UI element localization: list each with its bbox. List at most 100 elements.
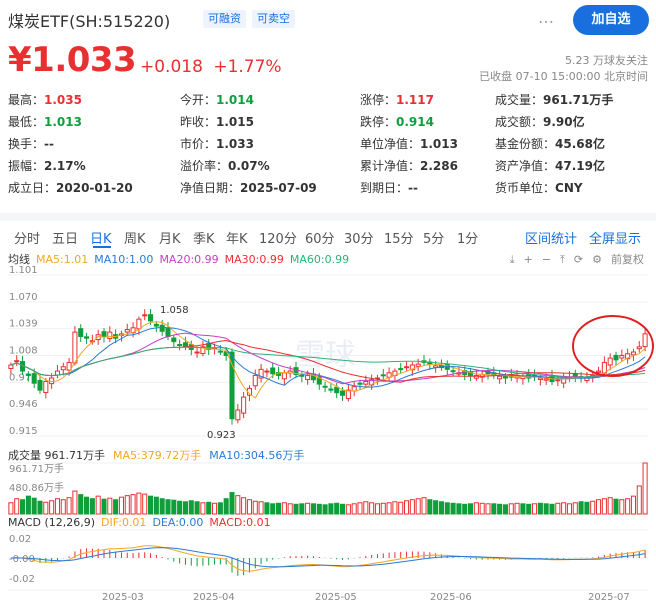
volume-bar (607, 497, 613, 515)
volume-bar (526, 503, 532, 515)
candle (613, 354, 619, 361)
candle (37, 379, 43, 391)
volume-bar (555, 502, 561, 515)
volume-bar (438, 501, 444, 515)
volume-bar (380, 502, 386, 515)
candle (555, 379, 561, 382)
candle (596, 370, 602, 373)
volume-bar (270, 503, 276, 515)
volume-bar (427, 499, 433, 515)
price-tick-label: 1.039 (9, 319, 38, 330)
volume-bar (206, 501, 212, 515)
volume-bar (543, 503, 549, 515)
volume-bar (584, 501, 590, 515)
volume-bar (130, 494, 136, 515)
volume-bar (276, 502, 282, 515)
candle (404, 366, 410, 369)
volume-legend-item: 成交量 961.71万手 (8, 449, 105, 462)
price-tick-label: 1.101 (9, 265, 38, 276)
candle (607, 357, 613, 366)
macd-tick-label: 0.02 (9, 534, 31, 545)
candle (270, 367, 276, 375)
candle (14, 360, 20, 363)
volume-bar (89, 498, 95, 515)
candle (101, 331, 107, 337)
volume-bar (520, 503, 526, 515)
candle (241, 396, 247, 414)
volume-bar (223, 498, 229, 515)
volume-bar (345, 504, 351, 515)
macd-legend-item: DEA:0.00 (152, 516, 204, 529)
candle (328, 388, 334, 391)
dea-line (10, 547, 646, 568)
volume-bar (142, 493, 148, 515)
candle (136, 318, 142, 330)
volume-bar (194, 501, 200, 515)
volume-bar (159, 498, 165, 515)
volume-bar (502, 504, 508, 515)
volume-bar (188, 500, 194, 515)
volume-bar (334, 502, 340, 515)
x-axis-label: 2025-04 (193, 592, 235, 603)
volume-bar (322, 504, 328, 515)
volume-bar (497, 503, 503, 515)
volume-bar (264, 502, 270, 515)
x-axis-label: 2025-06 (430, 592, 472, 603)
volume-bar (636, 485, 642, 515)
volume-bar (316, 503, 322, 515)
volume-bar (642, 462, 648, 515)
price-tick-label: 0.915 (9, 426, 38, 437)
candle (398, 368, 404, 371)
volume-legend-item: MA10:304.56万手 (209, 449, 305, 462)
volume-bar (136, 492, 142, 515)
volume-bar (572, 502, 578, 515)
volume-bar (421, 497, 427, 515)
volume-bar (328, 503, 334, 515)
candle (177, 343, 183, 346)
high-marker: 1.058 (160, 305, 189, 316)
volume-bar (613, 498, 619, 515)
volume-bar (473, 502, 479, 515)
candle (43, 380, 49, 394)
volume-bar (241, 497, 247, 515)
volume-bar (258, 501, 264, 515)
volume-bar (113, 499, 119, 515)
volume-bar (340, 503, 346, 515)
volume-bar (305, 502, 311, 515)
volume-bar (229, 492, 235, 515)
candle (153, 323, 159, 327)
volume-bar (392, 501, 398, 515)
volume-bar (578, 501, 584, 515)
volume-bar (462, 503, 468, 515)
candle (252, 374, 258, 387)
volume-tick-label: 961.71万手 (9, 462, 64, 475)
volume-bar (532, 503, 538, 515)
macd-tick-label: -0.02 (9, 574, 35, 585)
x-axis-label: 2025-05 (315, 592, 357, 603)
volume-bar (54, 498, 60, 515)
volume-bar (596, 499, 602, 515)
candle (537, 377, 543, 381)
volume-bar (625, 498, 631, 515)
candle (217, 350, 223, 353)
macd-legend: MACD (12,26,9) DIF:0.01 DEA:0.00 MACD:0.01 (8, 516, 277, 529)
volume-bar (31, 497, 37, 515)
volume-bar (374, 503, 380, 515)
candle (84, 336, 90, 339)
volume-bar (363, 501, 369, 515)
volume-bar (357, 502, 363, 515)
volume-bar (49, 500, 55, 515)
candle (322, 385, 328, 388)
x-axis-label: 2025-07 (588, 592, 630, 603)
candle (165, 327, 171, 337)
volume-bar (479, 502, 485, 515)
volume-bar (409, 499, 415, 515)
volume-bar (299, 503, 305, 515)
candle (25, 373, 31, 376)
candle (107, 331, 113, 339)
candle (8, 364, 14, 369)
volume-bar (468, 503, 474, 515)
candle (148, 314, 154, 322)
candle (334, 386, 340, 394)
price-tick-label: 0.946 (9, 399, 38, 410)
